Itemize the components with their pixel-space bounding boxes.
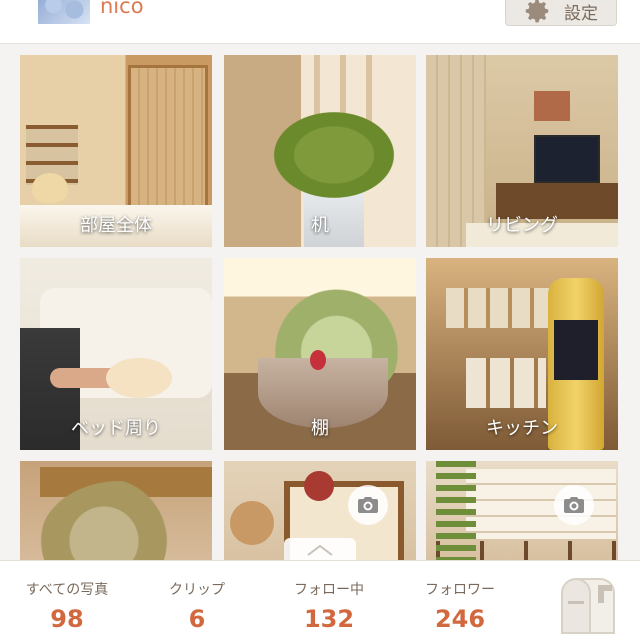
scroll-top-button[interactable] [284, 538, 356, 562]
stat-label: クリップ [169, 582, 225, 598]
tile-label: キッチン [486, 418, 558, 439]
camera-icon[interactable] [348, 485, 388, 525]
tile-room[interactable]: 部屋全体 [20, 55, 212, 247]
stats-bar: すべての写真 98 クリップ 6 フォロー中 132 フォロワー 246 [0, 560, 640, 640]
mailbox-icon[interactable] [552, 571, 622, 640]
tile-bed[interactable]: ベッド周り [20, 258, 212, 450]
stat-followers[interactable]: フォロワー 246 [405, 579, 515, 633]
username[interactable]: nico [100, 0, 144, 18]
stat-clips[interactable]: クリップ 6 [142, 579, 252, 633]
stat-value: 6 [188, 605, 206, 633]
gear-icon [525, 0, 549, 23]
settings-label: 設定 [564, 3, 598, 24]
stat-value: 98 [50, 605, 84, 633]
chevron-up-icon [307, 544, 333, 556]
tile-kitchen[interactable]: キッチン [426, 258, 618, 450]
stat-label: すべての写真 [25, 582, 109, 598]
settings-button[interactable]: 設定 [505, 0, 617, 26]
tile-label: 机 [311, 215, 329, 236]
tile-label: ベッド周り [71, 418, 161, 439]
tile-label: 棚 [311, 418, 329, 439]
tile-shelf[interactable]: 棚 [224, 258, 416, 450]
stat-value: 246 [434, 605, 486, 633]
tile-label: リビング [486, 215, 558, 236]
avatar[interactable] [36, 0, 92, 26]
stat-all-photos[interactable]: すべての写真 98 [12, 579, 122, 633]
camera-icon[interactable] [554, 485, 594, 525]
header: nico 設定 [0, 0, 640, 44]
stat-value: 132 [303, 605, 355, 633]
tile-living[interactable]: リビング [426, 55, 618, 247]
stat-label: フォロワー [425, 582, 495, 598]
stat-label: フォロー中 [294, 582, 364, 598]
app-root: nico 設定 部屋全体 机 リビング ベッド周り 棚 キッチン すべての写真 … [0, 0, 640, 640]
tile-label: 部屋全体 [80, 215, 152, 236]
tile-desk[interactable]: 机 [224, 55, 416, 247]
stat-following[interactable]: フォロー中 132 [274, 579, 384, 633]
